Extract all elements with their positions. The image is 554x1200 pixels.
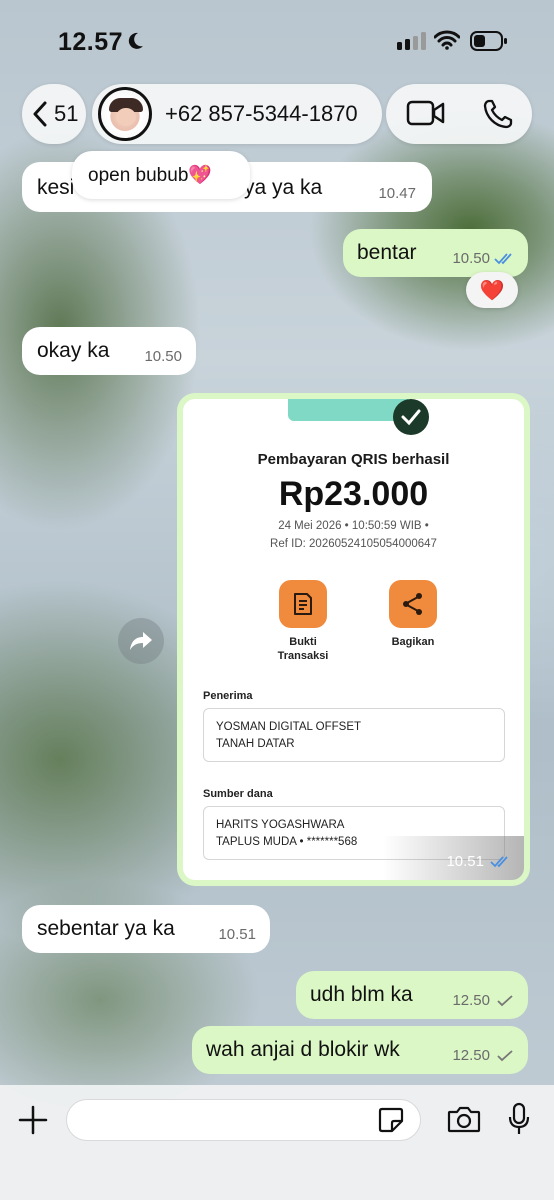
chat-header: 51 +62 857-5344-1870 [0, 84, 554, 146]
sticker-icon[interactable] [378, 1107, 404, 1133]
message-input[interactable] [66, 1099, 421, 1141]
action-label: Bukti [289, 636, 317, 648]
message-time: 12.50 [452, 992, 490, 1009]
recipient-name: YOSMAN DIGITAL OFFSET [216, 721, 362, 733]
message-bubble-incoming[interactable]: okay ka 10.50 [22, 327, 196, 375]
message-time: 10.50 [144, 348, 182, 365]
action-label: Bagikan [391, 636, 435, 648]
phone-call-icon[interactable] [482, 98, 514, 130]
message-text-tail: ya ya ka [244, 176, 323, 199]
clock-time: 12.57 [58, 28, 124, 56]
camera-icon[interactable] [447, 1105, 481, 1133]
message-text: bentar [357, 241, 417, 264]
back-button[interactable]: 51 [22, 84, 86, 144]
message-time: 10.50 [452, 250, 490, 267]
recipient-box: YOSMAN DIGITAL OFFSET TANAH DATAR [203, 708, 505, 762]
recipient-location: TANAH DATAR [216, 738, 295, 750]
message-time: 12.50 [452, 1047, 490, 1064]
avatar-face [116, 108, 136, 126]
status-reply-text: open bubub💖 [88, 165, 213, 186]
message-text: wah anjai d blokir wk [206, 1038, 400, 1061]
message-time: 10.51 [218, 926, 256, 943]
read-ticks-icon [490, 856, 508, 868]
plus-icon[interactable] [18, 1105, 48, 1135]
battery-icon [470, 31, 507, 51]
composer-bar [0, 1085, 554, 1200]
status-reply-tag[interactable]: open bubub💖 [72, 151, 250, 199]
share-icon [389, 580, 437, 628]
receipt-banner [288, 399, 408, 421]
microphone-icon[interactable] [508, 1102, 530, 1136]
delivered-tick-icon [497, 1050, 513, 1062]
wifi-icon [434, 30, 460, 50]
document-icon [279, 580, 327, 628]
message-bubble-outgoing[interactable]: udh blm ka 12.50 [296, 971, 528, 1019]
message-time: 10.47 [378, 185, 416, 202]
status-bar: 12.57 [0, 0, 554, 80]
receipt-title: Pembayaran QRIS berhasil [257, 451, 450, 468]
message-bubble-outgoing[interactable]: bentar 10.50 [343, 229, 528, 277]
share-action: Bagikan [363, 580, 463, 649]
recipient-label: Penerima [203, 690, 253, 702]
source-label: Sumber dana [203, 788, 273, 800]
receipt-image[interactable]: Pembayaran QRIS berhasil Rp23.000 24 Mei… [183, 399, 524, 880]
call-actions [386, 84, 532, 144]
message-text: sebentar ya ka [37, 917, 175, 940]
proof-of-transaction-action: Bukti Transaksi [253, 580, 353, 663]
avatar[interactable] [98, 87, 152, 141]
reaction-badge[interactable]: ❤️ [466, 272, 518, 308]
message-bubble-incoming[interactable]: sebentar ya ka 10.51 [22, 905, 270, 953]
contact-info-button[interactable]: +62 857-5344-1870 [92, 84, 382, 144]
success-check-icon [393, 399, 429, 435]
signal-icon [397, 32, 426, 50]
receipt-amount: Rp23.000 [278, 475, 429, 513]
message-bubble-outgoing[interactable]: wah anjai d blokir wk 12.50 [192, 1026, 528, 1074]
contact-name: +62 857-5344-1870 [165, 101, 358, 126]
delivered-tick-icon [497, 995, 513, 1007]
message-text: kesi [37, 176, 75, 199]
forward-icon [130, 632, 152, 650]
moon-icon [128, 32, 143, 49]
receipt-image-message[interactable]: Pembayaran QRIS berhasil Rp23.000 24 Mei… [177, 393, 530, 886]
heart-icon: ❤️ [479, 280, 505, 302]
message-text: udh blm ka [310, 983, 413, 1006]
message-text: okay ka [37, 339, 110, 362]
action-label: Transaksi [277, 650, 329, 662]
message-time: 10.51 [446, 853, 484, 870]
source-name: HARITS YOGASHWARA [216, 819, 345, 831]
unread-count: 51 [54, 101, 79, 126]
chevron-left-icon [33, 101, 47, 127]
read-ticks-icon [494, 253, 512, 265]
receipt-datetime: 24 Mei 2026 • 10:50:59 WIB • [278, 520, 429, 532]
video-call-icon[interactable] [406, 99, 446, 127]
forward-button[interactable] [118, 618, 164, 664]
receipt-ref-id: Ref ID: 20260524105054000647 [270, 538, 437, 550]
